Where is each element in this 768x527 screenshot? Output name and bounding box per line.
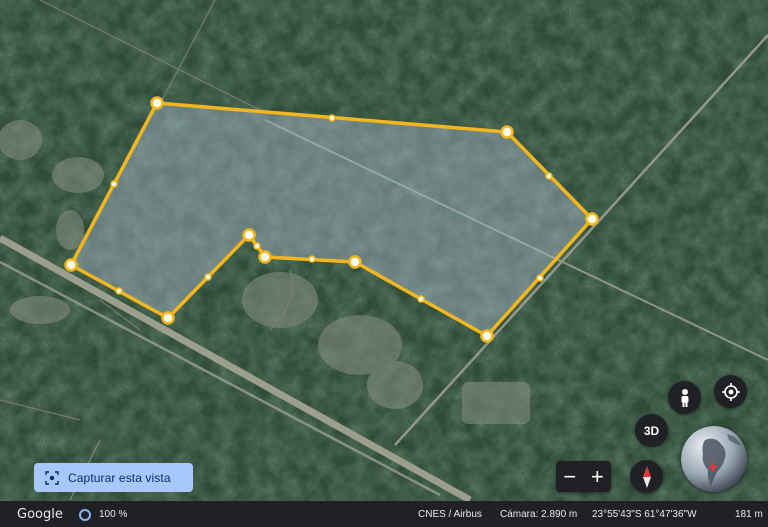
vertex [258,250,272,264]
globe-icon[interactable] [681,426,747,492]
toggle-3d-button[interactable]: 3D [635,414,668,447]
capture-view-label: Capturar esta vista [68,470,171,485]
vertex [585,212,599,226]
imagery-attribution[interactable]: CNES / Airbus [418,509,482,520]
toggle-3d-label: 3D [643,423,660,438]
zoom-percent: 100 % [99,509,128,520]
status-bar: Google 100 % CNES / Airbus Cámara: 2.890… [0,501,768,527]
camera-altitude: Cámara: 2.890 m [500,509,578,520]
capture-icon [45,470,59,485]
vertex [64,258,78,272]
vertex [500,125,514,139]
midpoint [204,273,212,281]
my-location-button[interactable] [714,375,747,408]
midpoint [115,287,123,295]
loading-indicator-icon [79,509,91,521]
zoom-controls: − + [556,461,611,492]
midpoint [328,114,336,122]
midpoint [110,180,118,188]
satellite-map[interactable] [0,0,768,527]
google-logo: Google [17,507,63,522]
midpoint [308,255,316,263]
zoom-out-button[interactable]: − [556,461,584,492]
person-icon [681,388,688,407]
vertex [161,311,175,325]
vertex [348,255,362,269]
crosshair-icon [721,382,740,401]
midpoint [536,274,544,282]
globe-graphic [681,426,747,492]
vertex [150,96,164,110]
midpoint [417,295,425,303]
vertex [242,228,256,242]
cursor-coordinates: 23°55'43"S 61°47'36"W [592,509,697,520]
midpoint [253,242,261,250]
street-view-button[interactable] [668,381,701,414]
compass-button[interactable] [630,460,663,493]
elevation: 181 m [735,509,763,520]
vertex [480,329,494,343]
capture-view-button[interactable]: Capturar esta vista [34,463,193,492]
zoom-in-button[interactable]: + [584,461,612,492]
midpoint [545,172,553,180]
compass-icon [642,465,651,488]
